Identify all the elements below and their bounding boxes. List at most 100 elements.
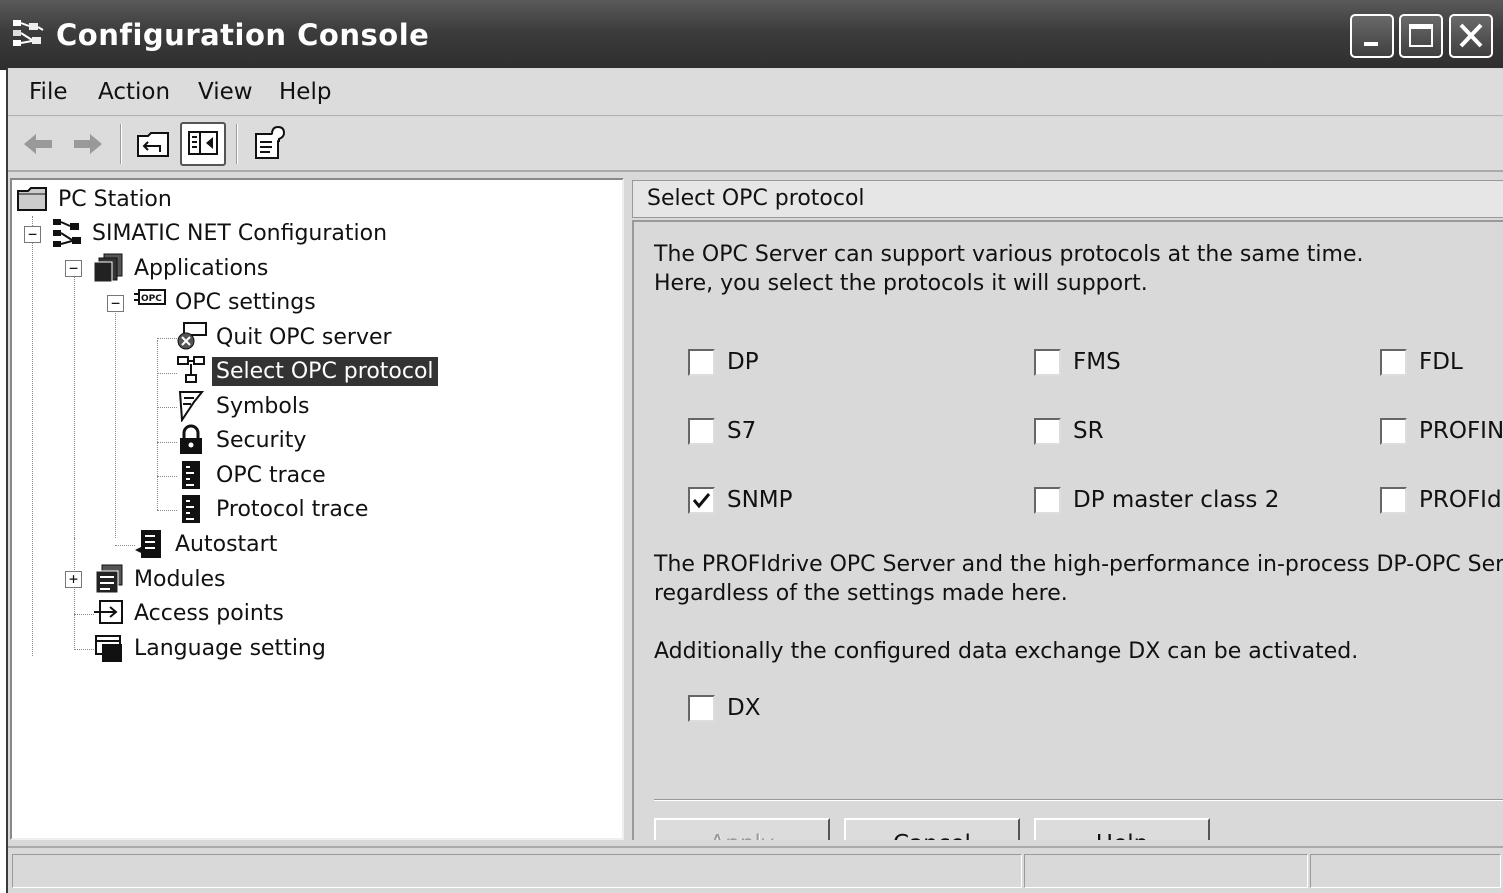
tree-item-quit-opc-server[interactable]: Quit OPC server: [174, 321, 396, 353]
forward-button[interactable]: [64, 122, 110, 166]
tree-label: Language setting: [134, 635, 326, 661]
status-cell: [1310, 854, 1501, 888]
tree-item-access-points[interactable]: Access points: [92, 597, 288, 629]
select-protocol-icon: [177, 356, 205, 383]
checkbox-profinet[interactable]: PROFINET: [1380, 415, 1503, 447]
tree-item-modules[interactable]: Modules: [92, 563, 229, 595]
title-bar[interactable]: Configuration Console: [0, 0, 1503, 70]
tree-label-selected: Select OPC protocol: [212, 356, 438, 386]
tree-line: [74, 276, 75, 538]
cancel-button[interactable]: Cancel: [844, 818, 1020, 840]
tree-line: [115, 310, 116, 538]
menu-view[interactable]: View: [198, 79, 253, 105]
console-tree[interactable]: − − − + PC Station SIMATIC NET Configura…: [10, 178, 624, 840]
properties-help-button[interactable]: [246, 122, 292, 166]
tree-item-opc-settings[interactable]: OPC OPC settings: [133, 286, 320, 318]
menu-help[interactable]: Help: [279, 79, 331, 105]
padlock-icon: [180, 424, 202, 454]
checkbox-label: FDL: [1419, 349, 1463, 375]
status-cell-main: [12, 854, 1022, 888]
intro-text-line1: The OPC Server can support various proto…: [654, 242, 1364, 267]
checkbox-box[interactable]: [688, 417, 715, 445]
window-title: Configuration Console: [56, 18, 430, 52]
checkbox-fms[interactable]: FMS: [1034, 346, 1121, 378]
protocol-settings-panel: The OPC Server can support various proto…: [632, 220, 1503, 840]
checkbox-box[interactable]: [1380, 348, 1407, 376]
checkbox-box[interactable]: [1380, 486, 1407, 514]
details-pane: Select OPC protocol The OPC Server can s…: [630, 178, 1503, 840]
tree-label: Modules: [134, 566, 226, 592]
expand-toggle[interactable]: +: [65, 571, 82, 588]
tree-item-symbols[interactable]: Symbols: [174, 390, 313, 422]
help-button[interactable]: Help: [1034, 818, 1210, 840]
collapse-toggle[interactable]: −: [65, 260, 82, 277]
show-hide-tree-button[interactable]: [180, 122, 226, 166]
toolbar-separator: [120, 124, 122, 164]
tree-label: SIMATIC NET Configuration: [92, 220, 388, 246]
tree-line: [74, 649, 94, 650]
checkbox-label: SNMP: [727, 487, 793, 513]
collapse-toggle[interactable]: −: [24, 226, 41, 243]
apply-button[interactable]: Apply: [654, 818, 830, 840]
maximize-button[interactable]: [1399, 14, 1443, 58]
checkmark-icon: [692, 492, 711, 508]
checkbox-box[interactable]: [688, 348, 715, 376]
access-points-icon: [94, 600, 123, 624]
opc-settings-icon: OPC: [134, 289, 166, 305]
checkbox-label: DX: [727, 695, 761, 721]
tree-item-security[interactable]: Security: [174, 424, 310, 456]
toolbar: [8, 118, 1503, 172]
checkbox-box[interactable]: [1034, 417, 1061, 445]
note-text-line2: regardless of the settings made here.: [654, 581, 1068, 606]
menu-file[interactable]: File: [29, 79, 68, 105]
checkbox-box[interactable]: [1034, 486, 1061, 514]
tree-item-autostart[interactable]: Autostart: [133, 528, 281, 560]
checkbox-label: PROFINET: [1419, 418, 1503, 444]
tree-item-applications[interactable]: Applications: [92, 252, 272, 284]
minimize-button[interactable]: [1350, 14, 1394, 58]
close-button[interactable]: [1449, 14, 1493, 58]
checkbox-box[interactable]: [688, 486, 715, 514]
tree-item-protocol-trace[interactable]: Protocol trace: [174, 493, 372, 525]
tree-item-opc-trace[interactable]: OPC trace: [174, 459, 330, 491]
checkbox-box[interactable]: [1034, 348, 1061, 376]
tree-line: [74, 538, 75, 650]
tree-label: Security: [216, 427, 307, 453]
forward-arrow-icon: [74, 134, 102, 154]
checkbox-label: PROFIdrive: [1419, 487, 1503, 513]
symbols-icon: [178, 391, 205, 422]
checkbox-box[interactable]: [688, 694, 715, 722]
menu-action[interactable]: Action: [98, 79, 170, 105]
properties-help-icon: [255, 125, 286, 159]
tree-item-simatic-net[interactable]: SIMATIC NET Configuration: [50, 217, 391, 249]
status-bar: [8, 846, 1503, 893]
pc-station-folder-icon: [17, 187, 47, 211]
checkbox-snmp[interactable]: SNMP: [688, 484, 793, 516]
tree-label: Quit OPC server: [216, 324, 392, 350]
trace-icon: [182, 495, 200, 523]
checkbox-sr[interactable]: SR: [1034, 415, 1104, 447]
checkbox-profidrive[interactable]: PROFIdrive: [1380, 484, 1503, 516]
tree-label: Autostart: [175, 531, 278, 557]
checkbox-fdl[interactable]: FDL: [1380, 346, 1463, 378]
tree-label: Symbols: [216, 393, 310, 419]
checkbox-dx[interactable]: DX: [688, 692, 760, 724]
tree-label: OPC settings: [175, 289, 316, 315]
up-one-level-button[interactable]: [130, 122, 176, 166]
back-button[interactable]: [16, 122, 62, 166]
network-config-icon: [53, 219, 81, 247]
tree-label: Applications: [134, 255, 269, 281]
tree-item-select-opc-protocol[interactable]: Select OPC protocol: [174, 355, 438, 387]
checkbox-dp[interactable]: DP: [688, 346, 759, 378]
checkbox-dp-master-class-2[interactable]: DP master class 2: [1034, 484, 1279, 516]
checkbox-label: SR: [1073, 418, 1104, 444]
checkbox-s7[interactable]: S7: [688, 415, 756, 447]
tree-item-pc-station[interactable]: PC Station: [16, 183, 176, 215]
tree-line: [157, 340, 158, 510]
show-hide-console-tree-icon: [188, 131, 218, 155]
checkbox-box[interactable]: [1380, 417, 1407, 445]
collapse-toggle[interactable]: −: [107, 295, 124, 312]
tree-item-language-setting[interactable]: Language setting: [92, 632, 330, 664]
tree-line: [74, 614, 94, 615]
close-icon: [1459, 23, 1483, 48]
